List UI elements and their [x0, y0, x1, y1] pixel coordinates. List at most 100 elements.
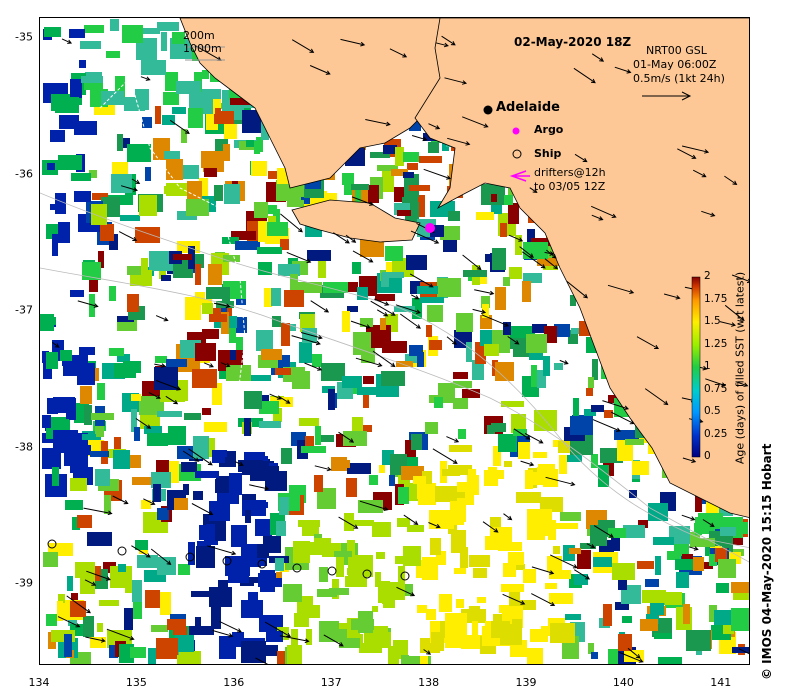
sst-pixel	[625, 439, 644, 445]
sst-pixel	[155, 106, 161, 124]
sst-pixel	[409, 345, 423, 356]
sst-pixel	[451, 530, 466, 553]
sst-pixel	[50, 204, 62, 210]
sst-pixel	[224, 124, 237, 139]
sst-pixel	[235, 241, 260, 250]
sst-pixel	[427, 305, 443, 322]
sst-pixel	[195, 264, 201, 285]
adelaide-dot[interactable]	[483, 105, 493, 115]
sst-pixel	[77, 363, 95, 385]
sst-pixel	[453, 398, 468, 409]
sst-pixel	[172, 107, 186, 114]
y-tick-label: -36	[15, 167, 33, 181]
sst-pixel	[381, 371, 405, 386]
argo-float-marker[interactable]	[425, 223, 435, 233]
sst-pixel	[162, 115, 175, 125]
sst-pixel	[161, 275, 171, 281]
sst-pixel	[321, 435, 334, 442]
sst-pixel	[245, 510, 251, 523]
x-tick-label: 136	[223, 676, 245, 689]
sst-pixel	[139, 195, 157, 216]
sst-pixel	[74, 191, 91, 202]
sst-pixel	[70, 478, 87, 491]
map-canvas[interactable]	[40, 18, 750, 665]
sst-pixel	[157, 411, 182, 417]
sst-pixel	[145, 167, 151, 181]
sst-pixel	[244, 418, 251, 436]
sst-pixel	[654, 633, 672, 639]
sst-pixel	[43, 552, 58, 567]
sst-pixel	[334, 551, 352, 557]
sst-pixel	[168, 426, 186, 445]
sst-pixel	[417, 605, 427, 613]
map-plot-area[interactable]	[39, 17, 750, 665]
sst-pixel	[192, 369, 217, 388]
sst-pixel	[467, 475, 479, 495]
sst-pixel	[208, 264, 222, 285]
sst-pixel	[225, 556, 250, 576]
sst-pixel	[209, 501, 230, 521]
sst-pixel	[79, 347, 95, 355]
sst-pixel	[376, 552, 385, 559]
sst-pixel	[347, 463, 371, 474]
sst-pixel	[52, 467, 59, 486]
sst-pixel	[640, 619, 658, 631]
sst-pixel	[83, 616, 94, 637]
sst-pixel	[271, 288, 281, 306]
sst-pixel	[113, 450, 130, 469]
sst-pixel	[312, 354, 322, 367]
sst-pixel	[658, 657, 682, 664]
sst-pixel	[351, 184, 369, 190]
sst-pixel	[181, 462, 197, 472]
sst-pixel	[223, 255, 240, 262]
sst-pixel	[109, 286, 116, 301]
sst-pixel	[160, 592, 171, 615]
sst-pixel	[449, 445, 472, 452]
sst-pixel	[591, 454, 598, 468]
sst-pixel	[164, 151, 180, 159]
model-time-label: 01-May 06:00Z	[633, 58, 717, 71]
sst-pixel	[60, 350, 72, 361]
sst-pixel	[177, 655, 192, 664]
sst-pixel	[147, 433, 168, 446]
sst-pixel	[569, 548, 581, 554]
map-title: 02-May-2020 18Z	[514, 35, 632, 49]
sst-pixel	[164, 186, 177, 194]
sst-pixel	[58, 155, 82, 170]
sst-pixel	[683, 604, 690, 624]
sst-pixel	[256, 330, 273, 351]
model-label: NRT00 GSL	[646, 44, 707, 57]
sst-pixel	[637, 561, 654, 569]
sst-pixel	[570, 416, 593, 435]
sst-pixel	[448, 211, 460, 221]
sst-pixel	[258, 221, 267, 242]
sst-pixel	[559, 455, 567, 474]
sst-pixel	[212, 450, 227, 457]
sst-pixel	[547, 556, 562, 571]
sst-pixel	[573, 398, 579, 418]
sst-pixel	[395, 147, 404, 166]
sst-pixel	[383, 145, 397, 154]
sst-pixel	[382, 341, 407, 353]
sst-pixel	[533, 452, 547, 458]
sst-pixel	[42, 317, 56, 325]
x-tick-label: 137	[320, 676, 342, 689]
sst-pixel	[381, 273, 389, 287]
sst-pixel	[100, 224, 114, 241]
sst-pixel	[281, 323, 290, 346]
sst-pixel	[342, 173, 350, 185]
sst-pixel	[290, 274, 298, 291]
sst-pixel	[186, 199, 209, 216]
x-tick-label: 139	[515, 676, 537, 689]
sst-pixel	[380, 318, 386, 330]
sst-pixel	[527, 523, 545, 540]
argo-label: Argo	[534, 123, 564, 136]
sst-pixel	[254, 141, 260, 154]
sst-pixel	[50, 130, 65, 142]
sst-pixel	[276, 521, 286, 536]
sst-pixel	[215, 108, 221, 122]
sst-pixel	[522, 281, 531, 302]
sst-pixel	[135, 227, 160, 243]
sst-pixel	[261, 349, 282, 360]
sst-pixel	[632, 461, 649, 475]
